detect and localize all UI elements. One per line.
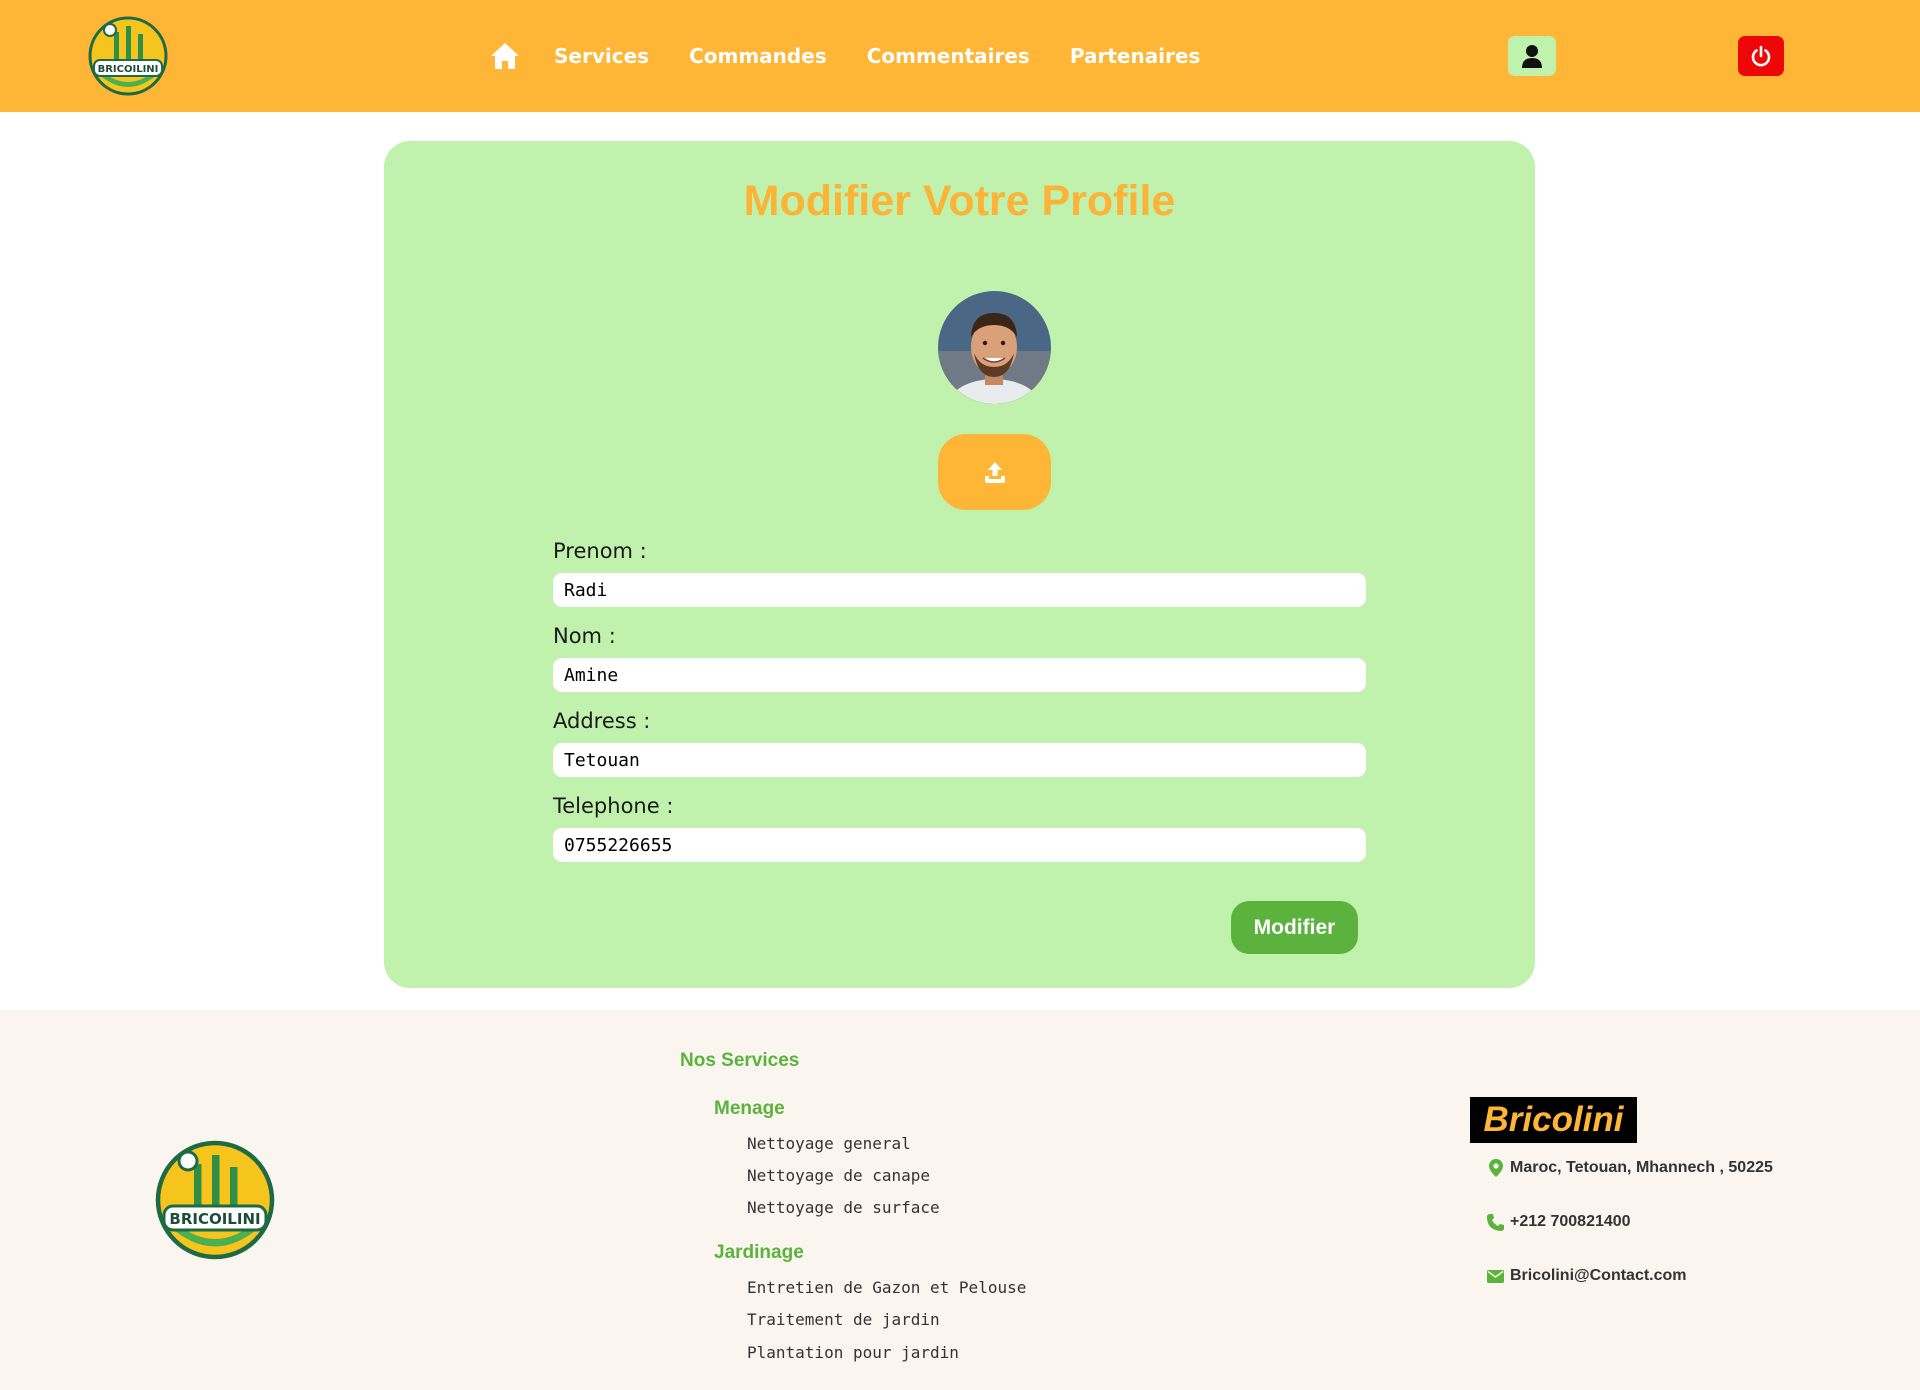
- category-jardinage: Jardinage: [714, 1242, 804, 1263]
- phone-icon: [1487, 1213, 1504, 1231]
- brand-name: Bricolini: [1470, 1097, 1637, 1143]
- nav-partenaires[interactable]: Partenaires: [1070, 44, 1201, 68]
- page-title: Modifier Votre Profile: [743, 177, 1176, 225]
- prenom-label: Prenom :: [553, 539, 647, 563]
- service-link[interactable]: Entretien de Gazon et Pelouse: [747, 1278, 1026, 1297]
- address-label: Address :: [553, 709, 651, 733]
- prenom-input[interactable]: [553, 573, 1366, 607]
- logout-button[interactable]: [1738, 36, 1784, 76]
- modifier-button[interactable]: Modifier: [1231, 901, 1358, 954]
- service-link[interactable]: Nettoyage de surface: [747, 1198, 940, 1217]
- contact-email: Bricolini@Contact.com: [1487, 1267, 1687, 1285]
- address-text: Maroc, Tetouan, Mhannech , 50225: [1510, 1159, 1773, 1176]
- service-link[interactable]: Nettoyage general: [747, 1134, 911, 1153]
- nav-commandes[interactable]: Commandes: [689, 44, 827, 68]
- contact-address: Maroc, Tetouan, Mhannech , 50225: [1487, 1159, 1773, 1177]
- envelope-icon: [1487, 1268, 1504, 1285]
- phone-text: +212 700821400: [1510, 1213, 1631, 1230]
- nav-services[interactable]: Services: [554, 44, 649, 68]
- contact-phone: +212 700821400: [1487, 1213, 1631, 1231]
- service-link[interactable]: Plantation pour jardin: [747, 1343, 959, 1362]
- telephone-input[interactable]: [553, 828, 1366, 862]
- avatar: [938, 291, 1051, 404]
- main-nav: Services Commandes Commentaires Partenai…: [488, 38, 1240, 74]
- nav-commentaires[interactable]: Commentaires: [867, 44, 1030, 68]
- footer-logo-text: BRICOILINI: [169, 1210, 260, 1228]
- footer-logo: BRICOILINI: [152, 1137, 278, 1263]
- address-input[interactable]: [553, 743, 1366, 777]
- service-link[interactable]: Traitement de jardin: [747, 1310, 940, 1329]
- home-icon: [491, 43, 519, 69]
- services-title: Nos Services: [680, 1050, 800, 1071]
- category-menage: Menage: [714, 1098, 785, 1119]
- nom-label: Nom :: [553, 624, 616, 648]
- footer: BRICOILINI Nos Services Menage Nettoyage…: [0, 1010, 1920, 1390]
- location-pin-icon: [1487, 1159, 1504, 1177]
- logo-text: BRICOILINI: [98, 64, 159, 75]
- upload-photo-button[interactable]: [938, 434, 1051, 510]
- service-link[interactable]: Nettoyage de canape: [747, 1166, 930, 1185]
- telephone-label: Telephone :: [553, 794, 674, 818]
- bricolini-logo[interactable]: BRICOILINI: [86, 14, 170, 98]
- profile-form-card: Modifier Votre Profile Prenom : Nom : Ad…: [384, 141, 1535, 988]
- nom-input[interactable]: [553, 658, 1366, 692]
- top-navbar: BRICOILINI Services Commandes Commentair…: [0, 0, 1920, 112]
- email-text[interactable]: Bricolini@Contact.com: [1510, 1267, 1687, 1285]
- profile-button[interactable]: [1508, 36, 1556, 76]
- upload-icon: [984, 462, 1005, 483]
- user-icon: [1522, 45, 1542, 68]
- home-link[interactable]: [488, 40, 522, 72]
- power-icon: [1751, 45, 1771, 67]
